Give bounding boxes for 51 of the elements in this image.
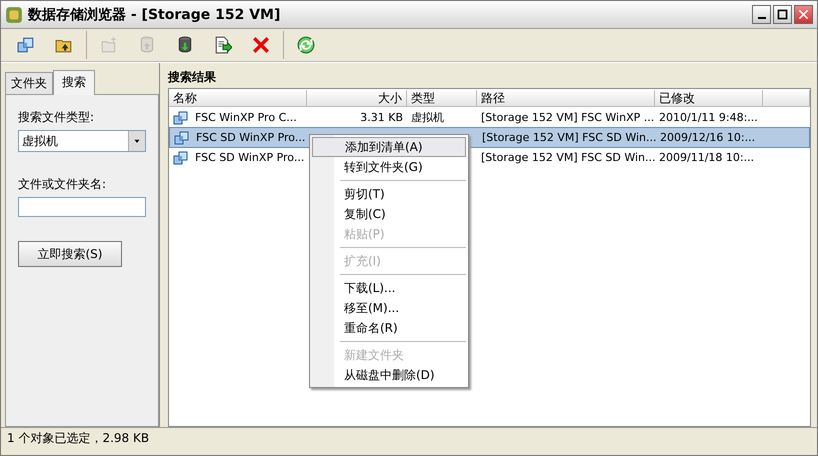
menu-item[interactable]: 转到文件夹(G): [312, 157, 466, 177]
side-tab[interactable]: 文件夹: [5, 72, 53, 94]
new-folder-icon: [100, 36, 118, 54]
menu-item[interactable]: 剪切(T): [312, 184, 466, 204]
file-name[interactable]: FSC SD WinXP Pro...: [196, 131, 306, 144]
side-tab[interactable]: 搜索: [53, 70, 95, 95]
vm-icon: [173, 110, 189, 126]
vm-copy-icon: [17, 36, 35, 54]
column-header[interactable]: 名称: [169, 90, 307, 107]
close-icon: [797, 8, 810, 21]
file-name[interactable]: FSC SD WinXP Pro...: [195, 151, 304, 164]
vm-icon: [174, 130, 190, 146]
vm-icon: [173, 150, 189, 166]
column-header[interactable]: 路径: [477, 90, 655, 107]
maximize-button[interactable]: [773, 5, 792, 24]
file-type: 虚拟机: [411, 111, 444, 124]
menu-item[interactable]: 重命名(R): [312, 318, 466, 338]
minimize-button[interactable]: [752, 5, 771, 24]
column-header[interactable]: 大小: [307, 90, 407, 107]
column-header[interactable]: 类型: [407, 90, 477, 107]
modified-date: 2009/12/16 10:...: [660, 131, 756, 144]
column-header[interactable]: 已修改: [655, 90, 763, 107]
file-type-dropdown[interactable]: 虚拟机: [18, 130, 146, 152]
refresh-icon: [297, 36, 315, 54]
maximize-icon: [776, 8, 789, 21]
file-type-label: 搜索文件类型:: [18, 109, 96, 126]
file-size: 3.31 KB: [360, 111, 403, 124]
file-name-field[interactable]: [18, 197, 146, 217]
close-button[interactable]: [794, 5, 813, 24]
menu-item[interactable]: 从磁盘中删除(D): [312, 365, 466, 385]
file-path: [Storage 152 VM] FSC WinXP ...: [481, 111, 654, 124]
menu-item[interactable]: 下载(L)...: [312, 278, 466, 298]
results-heading: 搜索结果: [168, 68, 217, 86]
database-download-icon: [176, 36, 194, 54]
file-path: [Storage 152 VM] FSC SD Win...: [481, 151, 655, 164]
database-upload-icon: [138, 36, 156, 54]
menu-item[interactable]: 移至(M)...: [312, 298, 466, 318]
menu-item[interactable]: 复制(C): [312, 204, 466, 224]
modified-date: 2009/11/18 10:...: [659, 151, 754, 164]
file-name-label: 文件或文件夹名:: [18, 176, 108, 193]
modified-date: 2010/1/11 9:48:...: [659, 111, 758, 124]
status-text: 1 个对象已选定，2.98 KB: [7, 430, 150, 446]
search-now-button[interactable]: 立即搜索(S): [18, 241, 122, 267]
window-title: 数据存储浏览器 - [Storage 152 VM]: [28, 6, 282, 24]
delete-icon: [252, 36, 270, 54]
app-icon: [5, 6, 23, 24]
minimize-icon: [758, 17, 766, 19]
file-path: [Storage 152 VM] FSC SD Win...: [482, 131, 656, 144]
document-arrow-icon: [214, 36, 232, 54]
menu-item[interactable]: 添加到清单(A): [312, 137, 466, 157]
file-name[interactable]: FSC WinXP Pro C...: [195, 111, 297, 124]
